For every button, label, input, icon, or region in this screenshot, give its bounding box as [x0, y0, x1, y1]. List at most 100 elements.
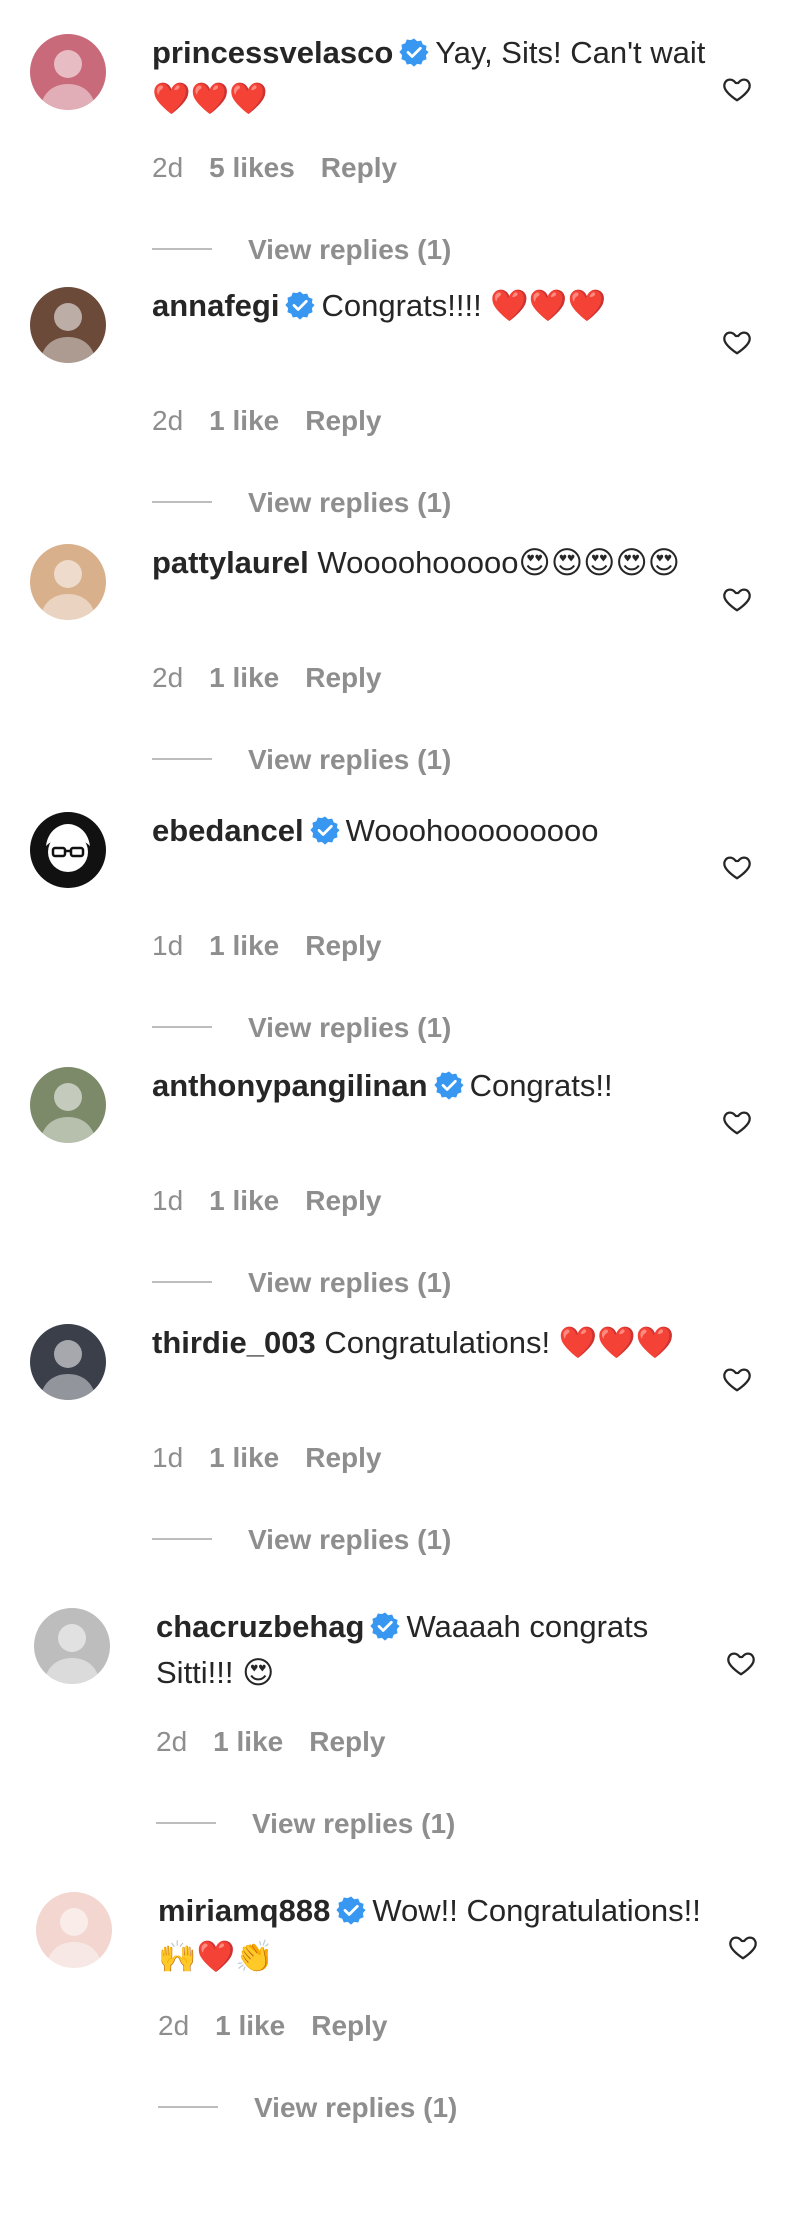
comment-likes-count[interactable]: 1 like	[209, 930, 279, 961]
comment-meta: 1d 1 like Reply	[152, 1185, 381, 1217]
comment-item: annafegi Congrats!!!! ❤️❤️❤️ 2d 1 like Reply…	[0, 283, 800, 543]
comment-username[interactable]: thirdie_003	[152, 1325, 316, 1360]
view-replies-button[interactable]: View replies (1)	[152, 744, 451, 776]
like-heart-icon[interactable]	[726, 1648, 756, 1678]
replies-divider-line	[152, 1026, 212, 1028]
reply-button[interactable]: Reply	[305, 662, 381, 693]
comment-username[interactable]: pattylaurel	[152, 545, 309, 580]
person-avatar-icon	[30, 544, 106, 620]
cartoon-glasses-avatar-icon	[30, 812, 106, 888]
comment-meta: 2d 1 like Reply	[152, 662, 381, 694]
comment-item: chacruzbehag Waaaah congrats Sitti!!! 😍 2d…	[0, 1604, 800, 1864]
comment-body: ebedancel Wooohooooooooo	[152, 808, 712, 854]
comment-item: anthonypangilinan Congrats!! 1d 1 like Reply…	[0, 1063, 800, 1323]
comment-meta: 2d 1 like Reply	[156, 1726, 385, 1758]
comment-likes-count[interactable]: 5 likes	[209, 152, 295, 183]
comment-meta: 2d 5 likes Reply	[152, 152, 397, 184]
person-avatar-icon	[30, 34, 106, 110]
comment-meta: 1d 1 like Reply	[152, 1442, 381, 1474]
comment-likes-count[interactable]: 1 like	[215, 2010, 285, 2041]
view-replies-button[interactable]: View replies (1)	[152, 487, 451, 519]
avatar[interactable]	[30, 1067, 106, 1143]
comment-username[interactable]: annafegi	[152, 288, 279, 323]
comment-username[interactable]: chacruzbehag	[156, 1609, 364, 1644]
like-heart-icon[interactable]	[728, 1932, 758, 1962]
view-replies-label: View replies (1)	[248, 234, 452, 265]
comment-time: 1d	[152, 1185, 184, 1216]
avatar[interactable]	[36, 1892, 112, 1968]
comment-body: anthonypangilinan Congrats!!	[152, 1063, 712, 1109]
comment-body: pattylaurel Woooohooooo😍😍😍😍😍	[152, 540, 712, 586]
comment-meta: 2d 1 like Reply	[158, 2010, 387, 2042]
replies-divider-line	[152, 1281, 212, 1283]
avatar[interactable]	[30, 287, 106, 363]
comment-username[interactable]: ebedancel	[152, 813, 304, 848]
avatar[interactable]	[34, 1608, 110, 1684]
reply-button[interactable]: Reply	[305, 1185, 381, 1216]
reply-button[interactable]: Reply	[321, 152, 397, 183]
view-replies-button[interactable]: View replies (1)	[152, 1012, 451, 1044]
comment-time: 2d	[156, 1726, 188, 1757]
comments-feed: princessvelasco Yay, Sits! Can't wait ❤️❤…	[0, 0, 800, 2232]
comment-item: princessvelasco Yay, Sits! Can't wait ❤️❤…	[0, 30, 800, 290]
verified-badge-icon	[310, 815, 340, 845]
comment-username[interactable]: princessvelasco	[152, 35, 393, 70]
verified-badge-icon	[370, 1611, 401, 1641]
comment-likes-count[interactable]: 1 like	[209, 405, 279, 436]
like-heart-icon[interactable]	[722, 74, 752, 104]
comment-likes-count[interactable]: 1 like	[209, 1185, 279, 1216]
comment-time: 2d	[158, 2010, 190, 2041]
comment-likes-count[interactable]: 1 like	[209, 1442, 279, 1473]
replies-divider-line	[152, 1538, 212, 1540]
verified-badge-icon	[399, 37, 429, 67]
comment-item: thirdie_003 Congratulations! ❤️❤️❤️ 1d 1 l…	[0, 1320, 800, 1580]
view-replies-button[interactable]: View replies (1)	[152, 234, 451, 266]
reply-button[interactable]: Reply	[305, 405, 381, 436]
comment-time: 1d	[152, 1442, 184, 1473]
comment-text: Woooohooooo😍😍😍😍😍	[317, 545, 681, 580]
comment-item: ebedancel Wooohooooooooo 1d 1 like Reply View…	[0, 808, 800, 1068]
view-replies-label: View replies (1)	[248, 1267, 452, 1298]
like-heart-icon[interactable]	[722, 327, 752, 357]
comment-username[interactable]: anthonypangilinan	[152, 1068, 428, 1103]
view-replies-button[interactable]: View replies (1)	[156, 1808, 455, 1840]
like-heart-icon[interactable]	[722, 584, 752, 614]
reply-button[interactable]: Reply	[309, 1726, 385, 1757]
reply-button[interactable]: Reply	[311, 2010, 387, 2041]
view-replies-label: View replies (1)	[248, 1012, 452, 1043]
comment-item: pattylaurel Woooohooooo😍😍😍😍😍 2d 1 like Repl…	[0, 540, 800, 800]
view-replies-button[interactable]: View replies (1)	[152, 1524, 451, 1556]
person-avatar-icon	[30, 1324, 106, 1400]
comment-time: 2d	[152, 405, 184, 436]
replies-divider-line	[156, 1822, 216, 1824]
avatar[interactable]	[30, 812, 106, 888]
verified-badge-icon	[285, 290, 316, 320]
view-replies-label: View replies (1)	[248, 744, 452, 775]
comment-meta: 1d 1 like Reply	[152, 930, 381, 962]
view-replies-button[interactable]: View replies (1)	[158, 2092, 457, 2124]
comment-time: 2d	[152, 662, 184, 693]
replies-divider-line	[158, 2106, 218, 2108]
reply-button[interactable]: Reply	[305, 1442, 381, 1473]
like-heart-icon[interactable]	[722, 1107, 752, 1137]
view-replies-button[interactable]: View replies (1)	[152, 1267, 451, 1299]
comment-username[interactable]: miriamq888	[158, 1893, 330, 1928]
replies-divider-line	[152, 248, 212, 250]
comment-text: Congrats!!	[469, 1068, 613, 1103]
avatar[interactable]	[30, 1324, 106, 1400]
like-heart-icon[interactable]	[722, 1364, 752, 1394]
comment-likes-count[interactable]: 1 like	[213, 1726, 283, 1757]
replies-divider-line	[152, 501, 212, 503]
comment-time: 1d	[152, 930, 184, 961]
verified-badge-icon	[336, 1895, 366, 1925]
comment-body: chacruzbehag Waaaah congrats Sitti!!! 😍	[156, 1604, 716, 1696]
like-heart-icon[interactable]	[722, 852, 752, 882]
person-avatar-icon	[36, 1892, 112, 1968]
comment-likes-count[interactable]: 1 like	[209, 662, 279, 693]
comment-meta: 2d 1 like Reply	[152, 405, 381, 437]
reply-button[interactable]: Reply	[305, 930, 381, 961]
comment-time: 2d	[152, 152, 184, 183]
avatar[interactable]	[30, 544, 106, 620]
avatar[interactable]	[30, 34, 106, 110]
comment-body: princessvelasco Yay, Sits! Can't wait ❤️❤…	[152, 30, 712, 122]
